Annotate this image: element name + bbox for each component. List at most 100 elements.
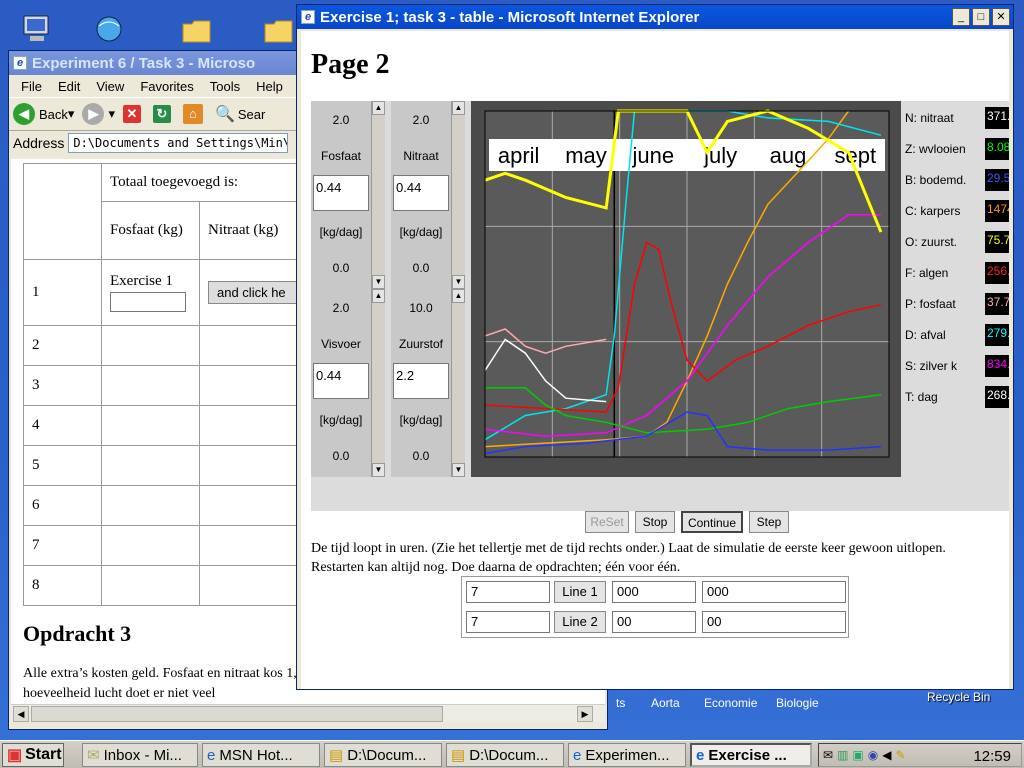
slider-up-icon[interactable]: ▲ xyxy=(372,101,385,115)
reset-button[interactable]: ReSet xyxy=(585,511,629,533)
address-field[interactable]: D:\Documents and Settings\Min\D xyxy=(68,133,289,153)
legend-panel: N: nitraat 371. Z: wvlooien 8.08 B: bodemd… xyxy=(901,101,1009,477)
step-button[interactable]: Step xyxy=(749,511,789,533)
fosfaat-slider[interactable]: ▲ ▼ xyxy=(371,101,385,289)
minimize-icon[interactable]: _ xyxy=(952,8,970,26)
desktop-link-biologie[interactable]: Biologie xyxy=(776,696,819,710)
row-number: 6 xyxy=(23,485,102,526)
line2-input[interactable]: 7 xyxy=(466,611,550,633)
zuurstof-input[interactable]: 2.2 xyxy=(393,363,449,399)
desktop-link-partial[interactable]: ts xyxy=(616,696,625,710)
back-button[interactable]: ◀ Back ▾ xyxy=(13,103,74,125)
task-folder-1[interactable]: ▤ D:\Docum... xyxy=(324,743,442,767)
table-header-total: Totaal toegevoegd is: xyxy=(101,163,320,202)
home-button[interactable]: ⌂ xyxy=(182,104,207,124)
scroll-right-icon[interactable]: ▶ xyxy=(577,706,593,722)
desktop-link-economie[interactable]: Economie xyxy=(704,696,757,710)
control-nitraat: 2.0 Nitraat 0.44 [kg/dag] 0.0 ▲ ▼ xyxy=(391,101,465,289)
simulation-panel: 2.0 Fosfaat 0.44 [kg/dag] 0.0 ▲ ▼ 2.0 Nit… xyxy=(311,101,1009,511)
fosfaat-input[interactable]: 0.44 xyxy=(313,175,369,211)
ie-icon: e xyxy=(696,746,705,764)
zuurstof-max: 10.0 xyxy=(409,301,433,315)
menu-file[interactable]: File xyxy=(21,79,42,94)
start-button[interactable]: ▣ Start xyxy=(2,743,64,767)
row-number: 8 xyxy=(23,565,102,606)
task-msn[interactable]: e MSN Hot... xyxy=(202,743,320,767)
slider-down-icon[interactable]: ▼ xyxy=(452,463,465,477)
legend-row: B: bodemd. 29.5 xyxy=(905,169,1009,191)
row-number: 4 xyxy=(23,405,102,446)
row-number: 3 xyxy=(23,365,102,406)
refresh-icon: ↻ xyxy=(152,105,171,123)
stop-load-button[interactable]: ✕ xyxy=(122,105,145,123)
network-icon[interactable] xyxy=(92,14,126,44)
visvoer-slider[interactable]: ▲ ▼ xyxy=(371,289,385,477)
line1-input[interactable]: 7 xyxy=(466,581,550,603)
task-inbox[interactable]: ✉ Inbox - Mi... xyxy=(82,743,198,767)
stop-button[interactable]: Stop xyxy=(635,511,675,533)
fosfaat-max: 2.0 xyxy=(332,113,350,127)
nitraat-slider[interactable]: ▲ ▼ xyxy=(451,101,465,289)
line1-button[interactable]: Line 1 xyxy=(554,581,606,603)
search-button[interactable]: 🔍 Sear xyxy=(215,104,265,124)
control-fosfaat: 2.0 Fosfaat 0.44 [kg/dag] 0.0 ▲ ▼ xyxy=(311,101,385,289)
refresh-button[interactable]: ↻ xyxy=(152,105,175,123)
folder-icon: ▤ xyxy=(451,747,466,764)
continue-button[interactable]: Continue xyxy=(681,511,743,533)
monitor-icon[interactable]: ▣ xyxy=(852,748,863,762)
ie-icon: e xyxy=(573,746,582,764)
line2-field-a[interactable]: 00 xyxy=(612,611,696,633)
slider-down-icon[interactable]: ▼ xyxy=(372,275,385,289)
zuurstof-slider[interactable]: ▲ ▼ xyxy=(451,289,465,477)
visvoer-input[interactable]: 0.44 xyxy=(313,363,369,399)
fosfaat-unit: [kg/dag] xyxy=(319,225,363,239)
menu-view[interactable]: View xyxy=(96,79,124,94)
menu-favorites[interactable]: Favorites xyxy=(140,79,193,94)
row-number: 2 xyxy=(23,325,102,366)
line2-field-b[interactable]: 00 xyxy=(702,611,846,633)
windows-logo-icon: ▣ xyxy=(7,747,23,764)
sync-icon[interactable]: ◉ xyxy=(868,748,878,762)
line1-field-a[interactable]: 000 xyxy=(612,581,696,603)
desktop-link-aorta[interactable]: Aorta xyxy=(651,696,680,710)
scroll-thumb[interactable] xyxy=(31,706,443,722)
slider-down-icon[interactable]: ▼ xyxy=(452,275,465,289)
legend-value: 256. xyxy=(985,262,1009,284)
network-tray-icon[interactable]: ▥ xyxy=(837,748,848,762)
slider-up-icon[interactable]: ▲ xyxy=(452,289,465,303)
horizontal-scrollbar[interactable]: ◀ ▶ xyxy=(11,704,605,722)
zuurstof-min: 0.0 xyxy=(412,449,430,463)
my-computer-icon[interactable] xyxy=(20,14,54,44)
legend-row: N: nitraat 371. xyxy=(905,107,1009,129)
volume-icon[interactable]: ◀ xyxy=(882,748,891,762)
legend-row: O: zuurst. 75.7 xyxy=(905,231,1009,253)
forward-button[interactable]: ▶ ▾ xyxy=(82,103,115,125)
recycle-bin-label[interactable]: Recycle Bin xyxy=(927,690,990,704)
legend-label: F: algen xyxy=(905,266,949,280)
close-icon[interactable]: ✕ xyxy=(992,8,1010,26)
pencil-icon[interactable]: ✎ xyxy=(895,748,905,762)
visvoer-unit: [kg/dag] xyxy=(319,413,363,427)
exercise-input[interactable] xyxy=(110,292,186,312)
folder-icon[interactable] xyxy=(262,16,296,46)
exercise-titlebar[interactable]: e Exercise 1; task 3 - table - Microsoft … xyxy=(297,5,1013,29)
line2-button[interactable]: Line 2 xyxy=(554,611,606,633)
scroll-left-icon[interactable]: ◀ xyxy=(13,706,29,722)
envelope-icon[interactable]: ✉ xyxy=(823,748,833,762)
task-experiment[interactable]: e Experimen... xyxy=(568,743,686,767)
maximize-icon[interactable]: □ xyxy=(972,8,990,26)
menu-edit[interactable]: Edit xyxy=(58,79,80,94)
legend-value: 279. xyxy=(985,324,1009,346)
menu-tools[interactable]: Tools xyxy=(210,79,240,94)
line1-field-b[interactable]: 000 xyxy=(702,581,846,603)
folder-icon[interactable] xyxy=(180,16,214,46)
slider-up-icon[interactable]: ▲ xyxy=(452,101,465,115)
task-exercise[interactable]: e Exercise ... xyxy=(690,743,812,767)
slider-down-icon[interactable]: ▼ xyxy=(372,463,385,477)
nitraat-unit: [kg/dag] xyxy=(399,225,443,239)
nitraat-input[interactable]: 0.44 xyxy=(393,175,449,211)
menu-help[interactable]: Help xyxy=(256,79,283,94)
taskbar: ▣ Start ✉ Inbox - Mi... e MSN Hot... ▤ D:\Do… xyxy=(0,740,1024,768)
slider-up-icon[interactable]: ▲ xyxy=(372,289,385,303)
task-folder-2[interactable]: ▤ D:\Docum... xyxy=(446,743,564,767)
